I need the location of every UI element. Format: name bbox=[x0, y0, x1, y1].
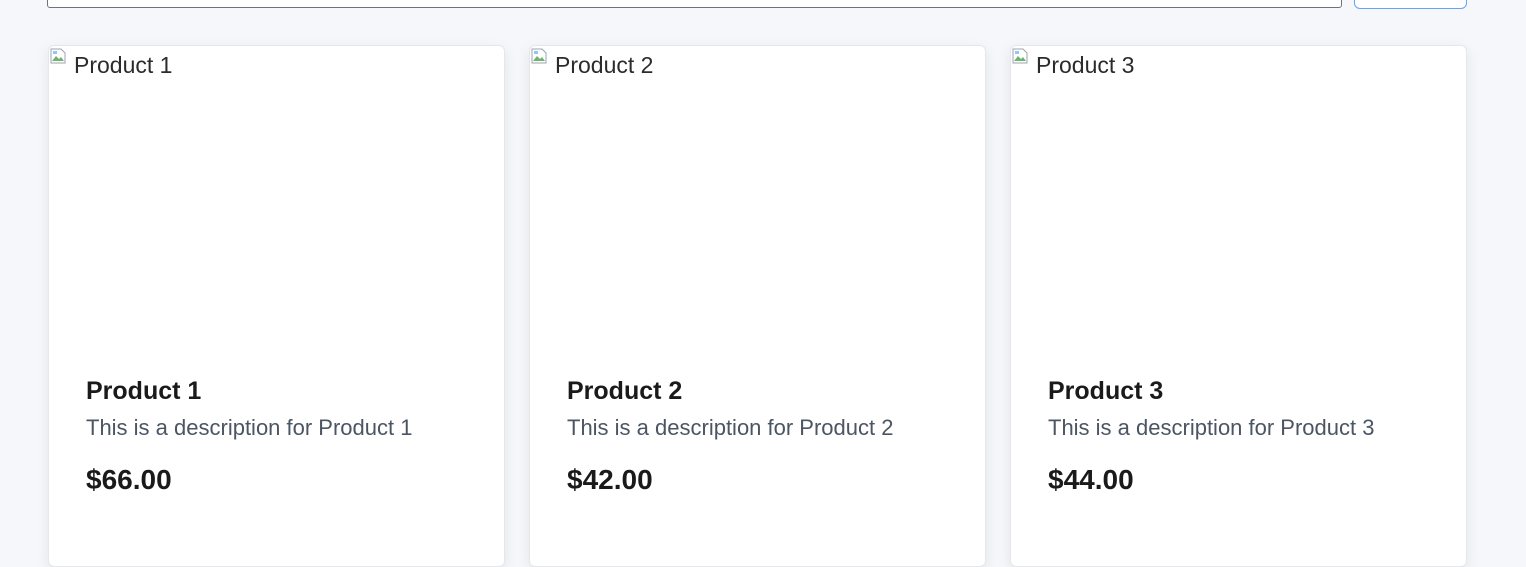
product-title: Product 1 bbox=[86, 377, 202, 405]
product-image-alt-text: Product 1 bbox=[74, 52, 173, 78]
search-input[interactable] bbox=[47, 0, 1342, 8]
product-image: Product 1 bbox=[49, 46, 504, 346]
product-card[interactable]: Product 2 Product 2 This is a descriptio… bbox=[529, 45, 986, 567]
product-image-alt-text: Product 3 bbox=[1036, 52, 1135, 78]
product-price: $66.00 bbox=[86, 464, 172, 495]
broken-image-icon bbox=[1012, 48, 1028, 64]
product-title: Product 2 bbox=[567, 377, 683, 405]
search-button[interactable] bbox=[1354, 0, 1467, 9]
product-card[interactable]: Product 3 Product 3 This is a descriptio… bbox=[1010, 45, 1467, 567]
product-image: Product 3 bbox=[1011, 46, 1466, 346]
product-description: This is a description for Product 3 bbox=[1048, 415, 1375, 440]
product-image-alt-text: Product 2 bbox=[555, 52, 654, 78]
product-image: Product 2 bbox=[530, 46, 985, 346]
product-grid: Product 1 Product 1 This is a descriptio… bbox=[48, 45, 1467, 567]
product-title: Product 3 bbox=[1048, 377, 1164, 405]
product-card-body: Product 1 This is a description for Prod… bbox=[86, 376, 484, 496]
product-card-body: Product 3 This is a description for Prod… bbox=[1048, 376, 1446, 496]
broken-image-icon bbox=[531, 48, 547, 64]
product-description: This is a description for Product 1 bbox=[86, 415, 413, 440]
product-card[interactable]: Product 1 Product 1 This is a descriptio… bbox=[48, 45, 505, 567]
product-description: This is a description for Product 2 bbox=[567, 415, 894, 440]
product-card-body: Product 2 This is a description for Prod… bbox=[567, 376, 965, 496]
product-price: $44.00 bbox=[1048, 464, 1134, 495]
broken-image-icon bbox=[50, 48, 66, 64]
product-price: $42.00 bbox=[567, 464, 653, 495]
